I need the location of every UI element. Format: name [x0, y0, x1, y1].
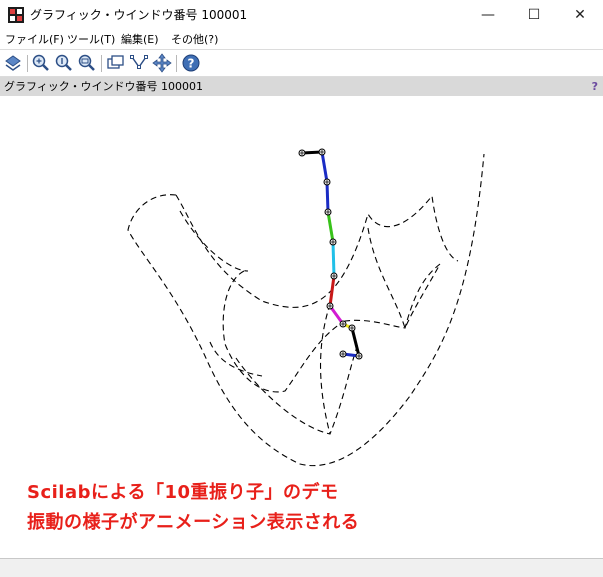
- toolbar: ?: [0, 49, 603, 77]
- toolbar-separator: [27, 55, 28, 72]
- pendulum-rod: [331, 241, 336, 277]
- maximize-icon: ☐: [527, 7, 541, 23]
- datatip-icon[interactable]: [106, 53, 126, 73]
- status-bar: [0, 558, 603, 577]
- trajectory-trace: [127, 153, 485, 467]
- toolbar-separator: [101, 55, 102, 72]
- toolbar-separator: [176, 55, 177, 72]
- minimize-icon: —: [481, 7, 495, 23]
- scilab-app-icon: [8, 7, 24, 23]
- trajectory-trace: [320, 303, 331, 435]
- trajectory-trace: [235, 343, 359, 435]
- svg-text:?: ?: [188, 57, 195, 71]
- figure-title: グラフィック・ウインドウ番号 100001: [4, 80, 204, 93]
- trajectory-trace: [344, 263, 441, 329]
- menu-bar: ファイル(F) ツール(T) 編集(E) その他(?): [0, 30, 603, 49]
- trajectory-traces: [127, 153, 485, 467]
- trajectory-trace: [367, 227, 441, 330]
- minimize-button[interactable]: —: [465, 0, 511, 30]
- pendulum-rod: [320, 151, 329, 183]
- trajectory-trace: [209, 341, 263, 377]
- pendulum-rod: [350, 327, 361, 357]
- pan-icon[interactable]: [152, 53, 172, 73]
- trajectory-trace: [179, 210, 249, 272]
- close-button[interactable]: ✕: [557, 0, 603, 30]
- trajectory-trace: [222, 270, 346, 393]
- caption-line-2: 振動の様子がアニメーション表示される: [27, 512, 360, 533]
- title-bar: グラフィック・ウインドウ番号 100001 — ☐ ✕: [0, 0, 603, 30]
- maximize-button[interactable]: ☐: [511, 0, 557, 30]
- pendulum-rod: [326, 211, 335, 243]
- pendulum-rod: [325, 181, 330, 213]
- menu-file[interactable]: ファイル(F): [5, 31, 64, 48]
- caption-line-1: Scilabによる「10重振り子」のデモ: [27, 482, 339, 503]
- menu-other[interactable]: その他(?): [171, 31, 218, 48]
- window-title: グラフィック・ウインドウ番号 100001: [30, 8, 248, 22]
- pendulum-rod: [328, 275, 336, 307]
- rotate-icon[interactable]: [3, 53, 23, 73]
- menu-edit[interactable]: 編集(E): [121, 31, 159, 48]
- menu-tools[interactable]: ツール(T): [67, 31, 115, 48]
- plot-canvas[interactable]: Scilabによる「10重振り子」のデモ 振動の様子がアニメーション表示される: [0, 96, 603, 558]
- trajectory-trace: [175, 194, 459, 308]
- zoom-out-icon[interactable]: [77, 53, 97, 73]
- zoom-icon[interactable]: [31, 53, 51, 73]
- zoom-reset-icon[interactable]: [54, 53, 74, 73]
- help-icon[interactable]: ?: [181, 53, 201, 73]
- figure-help-button[interactable]: ?: [592, 78, 598, 95]
- edit-curve-icon[interactable]: [129, 53, 149, 73]
- pendulum: [298, 148, 363, 360]
- close-icon: ✕: [574, 7, 586, 23]
- figure-title-bar: グラフィック・ウインドウ番号 100001 ?: [0, 77, 603, 96]
